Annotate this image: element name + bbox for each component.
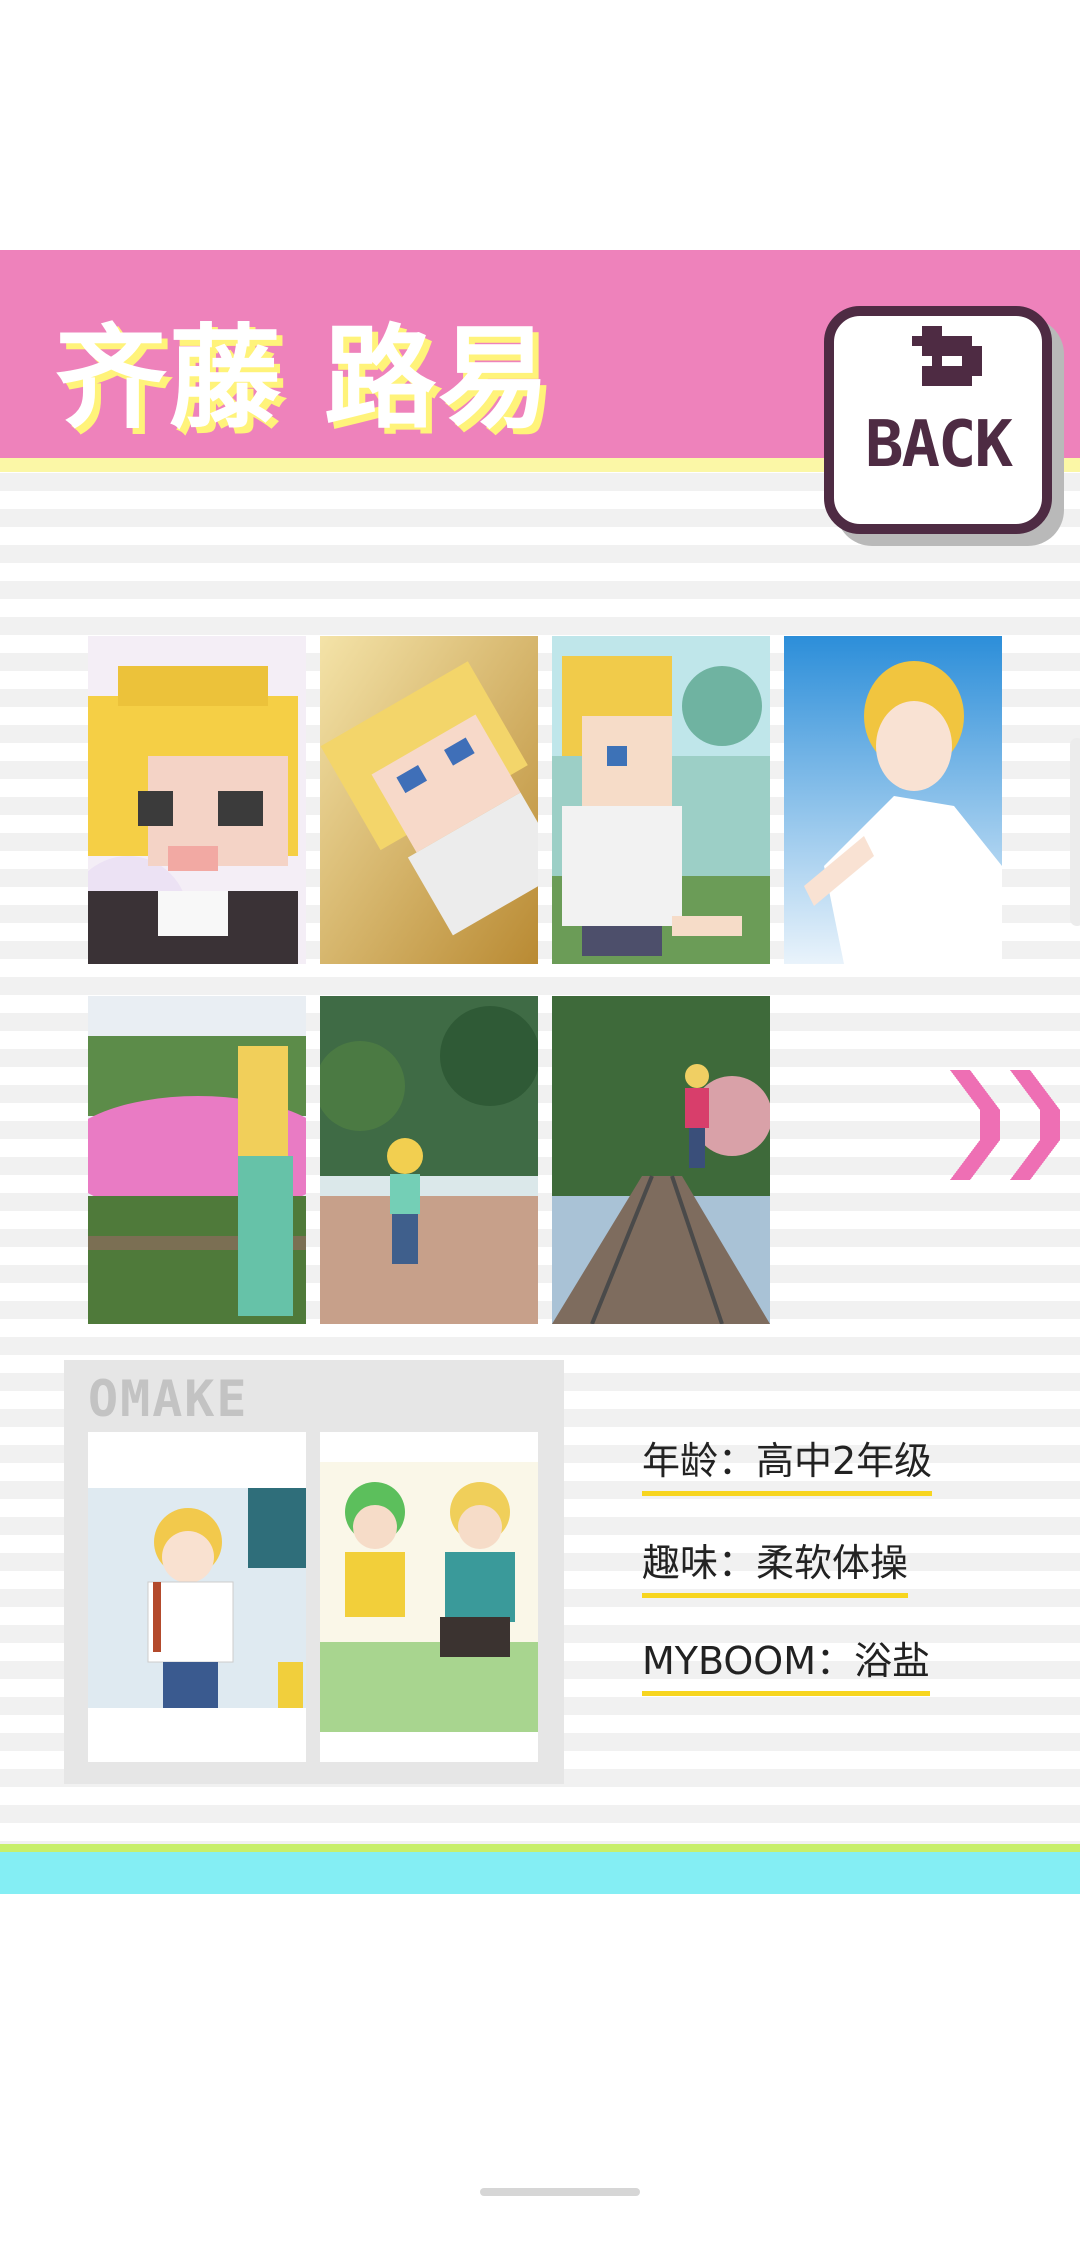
gallery-thumb-pixel-lying[interactable]	[320, 636, 538, 964]
omake-label: OMAKE	[88, 1370, 249, 1428]
pixel-lying-image	[320, 636, 538, 964]
omake-section: OMAKE	[64, 1360, 564, 1784]
double-chevron-right-icon[interactable]	[950, 1070, 1070, 1180]
gallery-thumb-park-plaza[interactable]	[320, 996, 538, 1324]
gallery-thumb-pixel-waving[interactable]	[552, 636, 770, 964]
character-name: 齐藤 路易	[55, 314, 552, 444]
profile-myboom: MYBOOM：浴盐	[642, 1630, 931, 1696]
footer-cyan-bar	[0, 1852, 1080, 1894]
back-label: BACK	[864, 408, 1013, 482]
flower-field-image	[88, 996, 306, 1324]
return-arrow-icon	[912, 326, 982, 386]
profile-age: 年龄：高中2年级	[642, 1430, 933, 1496]
gallery-thumb-railway-tracks[interactable]	[552, 996, 770, 1324]
pixel-closeup-image	[88, 636, 306, 964]
gallery-thumb-anime-sky[interactable]	[784, 636, 1002, 964]
edge-handle[interactable]	[1070, 738, 1080, 926]
back-button[interactable]: BACK	[824, 306, 1052, 534]
home-indicator[interactable]	[480, 2188, 640, 2196]
footer-green-line	[0, 1844, 1080, 1852]
gallery-thumb-flower-field[interactable]	[88, 996, 306, 1324]
park-plaza-image	[320, 996, 538, 1324]
selfie-suitcase-image	[88, 1432, 306, 1762]
omake-thumb-selfie-suitcase[interactable]	[88, 1432, 306, 1762]
two-friends-gaming-image	[320, 1432, 538, 1762]
profile-hobby: 趣味：柔软体操	[642, 1532, 909, 1598]
omake-thumb-two-friends-gaming[interactable]	[320, 1432, 538, 1762]
gallery-thumb-pixel-closeup[interactable]	[88, 636, 306, 964]
anime-sky-image	[784, 636, 1002, 964]
railway-tracks-image	[552, 996, 770, 1324]
pixel-waving-image	[552, 636, 770, 964]
